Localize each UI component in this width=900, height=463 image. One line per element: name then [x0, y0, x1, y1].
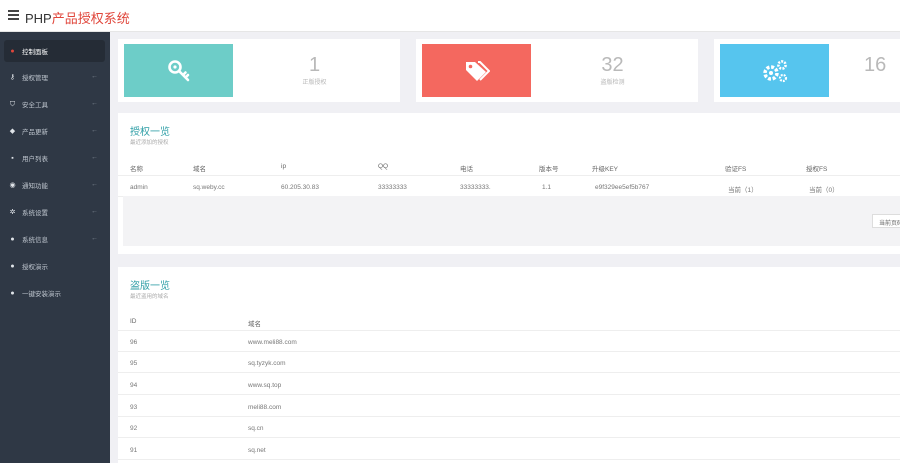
sidebar-item-users[interactable]: ▪ 用户列表 ←	[0, 147, 110, 169]
chevron-left-icon: ←	[91, 154, 98, 161]
pirate-panel-title: 盗版一览	[130, 281, 170, 292]
play-icon: ●	[10, 262, 15, 270]
dashboard-icon: ●	[10, 47, 15, 55]
stat-value: 16	[864, 54, 887, 76]
stat-value: 1	[308, 54, 321, 76]
sidebar-item-updates[interactable]: ◆ 产品更新 ←	[0, 120, 110, 142]
auth-panel-title: 授权一览	[130, 127, 170, 138]
user-icon: ▪	[11, 154, 14, 162]
gears-icon	[762, 59, 787, 82]
sidebar-item-install-demo[interactable]: ● 一键安装演示	[0, 282, 110, 304]
key-icon	[167, 59, 189, 81]
tag-icon: ◆	[9, 127, 16, 135]
table-row[interactable]: admin sq.weby.cc 60.205.30.83 33333333 3…	[118, 177, 900, 197]
stat-card-pirated: 32 盗版检测	[416, 39, 698, 102]
key-icon: ⚷	[9, 73, 16, 81]
pirate-panel-subtitle: 最近盗用的域名	[130, 294, 169, 300]
table-row[interactable]: 93 meli88.com	[118, 397, 900, 417]
auth-panel-subtitle: 最近添加的授权	[130, 140, 169, 146]
sidebar-item-dashboard[interactable]: ● 控制面板	[4, 40, 105, 62]
stat-card-third: 16	[714, 39, 900, 102]
stat-tile	[422, 44, 531, 97]
stat-value: 32	[601, 54, 624, 76]
stat-tile	[124, 44, 233, 97]
chevron-left-icon: ←	[91, 181, 98, 188]
info-icon: ●	[10, 235, 15, 243]
table-row[interactable]: 95 sq.tyzyk.com	[118, 353, 900, 373]
sidebar: ● 控制面板 ⚷ 授权管理 ← ⛉ 安全工具 ← ◆ 产品更新 ← ▪ 用户列表 ← ◉…	[0, 32, 110, 463]
top-bar: PHP产品授权系统	[0, 0, 900, 32]
sidebar-item-security[interactable]: ⛉ 安全工具 ←	[0, 93, 110, 115]
app-title: PHP产品授权系统	[25, 11, 130, 26]
auth-table-header: 名称 域名 ip QQ 电话 版本号 升级KEY 验证FS 授权FS	[118, 156, 900, 176]
gears-icon: ✲	[9, 208, 16, 216]
table-row[interactable]: 92 sq.cn	[118, 418, 900, 438]
pirate-table-header: ID 域名	[118, 311, 900, 331]
auth-panel: 授权一览 最近添加的授权 名称 域名 ip QQ 电话 版本号 升级KEY 验证…	[118, 113, 900, 254]
sidebar-item-settings[interactable]: ✲ 系统设置 ←	[0, 201, 110, 223]
sidebar-item-sysinfo[interactable]: ● 系统信息 ←	[0, 228, 110, 250]
stat-tile	[720, 44, 829, 97]
tags-icon	[465, 60, 490, 81]
sidebar-item-auth[interactable]: ⚷ 授权管理 ←	[0, 66, 110, 88]
chevron-left-icon: ←	[91, 235, 98, 242]
chevron-left-icon: ←	[91, 100, 98, 107]
menu-toggle-icon[interactable]	[8, 10, 19, 20]
pagination-area: 当前页码	[123, 196, 900, 246]
chevron-left-icon: ←	[91, 73, 98, 80]
sidebar-item-notify[interactable]: ◉ 通知功能 ←	[0, 174, 110, 196]
table-row[interactable]: 91 sq.net	[118, 440, 900, 460]
pirate-panel: 盗版一览 最近盗用的域名 ID 域名 96 www.meli88.com 95 …	[118, 267, 900, 463]
table-row[interactable]: 94 www.sq.top	[118, 375, 900, 395]
stat-label: 正版授权	[302, 80, 327, 86]
stat-label: 盗版检测	[600, 80, 625, 86]
shield-icon: ⛉	[9, 100, 16, 108]
chevron-left-icon: ←	[91, 127, 98, 134]
chevron-left-icon: ←	[91, 208, 98, 215]
help-icon: ●	[10, 289, 15, 297]
sidebar-item-demo[interactable]: ● 授权演示	[0, 255, 110, 277]
current-page-button[interactable]: 当前页码	[872, 214, 900, 228]
table-row[interactable]: 96 www.meli88.com	[118, 332, 900, 352]
bell-icon: ◉	[9, 181, 16, 189]
stat-card-licensed: 1 正版授权	[118, 39, 400, 102]
